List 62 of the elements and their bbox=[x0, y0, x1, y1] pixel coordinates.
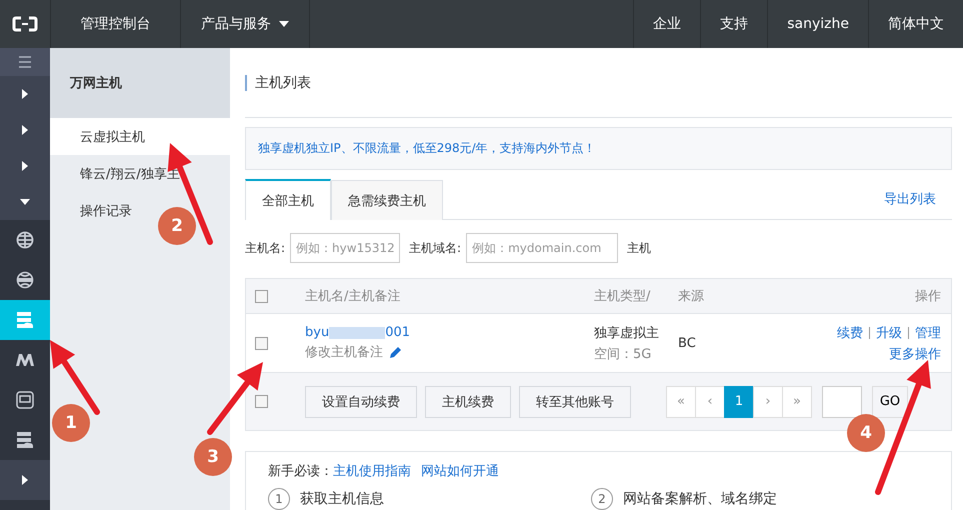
promo-text[interactable]: 独享虚机独立IP、不限流量，低至298元/年，支持海内外节点！ bbox=[258, 140, 596, 157]
action-link[interactable]: 管理 bbox=[915, 324, 941, 342]
step-number: 2 bbox=[591, 488, 613, 510]
caret-right-icon bbox=[22, 161, 28, 171]
bracket-logo-icon[interactable] bbox=[12, 16, 38, 32]
column-header: 来源 bbox=[678, 288, 704, 305]
column-header: 操作 bbox=[915, 288, 941, 305]
tab[interactable]: 急需续费主机 bbox=[331, 180, 443, 220]
export-list-link[interactable]: 导出列表 bbox=[884, 190, 936, 208]
guide-label: 新手必读： bbox=[268, 463, 333, 480]
top-menu-item[interactable]: 简体中文 bbox=[868, 0, 963, 48]
globe-icon bbox=[16, 231, 34, 249]
sidebar-title: 万网主机 bbox=[50, 48, 230, 118]
monitor-icon bbox=[16, 391, 34, 409]
bulk-action-button[interactable]: 设置自动续费 bbox=[305, 386, 417, 418]
page-title: 主机列表 bbox=[245, 74, 311, 90]
filter-input[interactable]: 例如：mydomain.com bbox=[466, 233, 618, 263]
menu-icon bbox=[18, 56, 32, 68]
page-input[interactable] bbox=[822, 386, 862, 418]
step-title: 获取主机信息 bbox=[300, 490, 384, 508]
bulk-action-button[interactable]: 主机续费 bbox=[425, 386, 511, 418]
guide-link[interactable]: 网站如何开通 bbox=[421, 462, 499, 480]
host-name-link[interactable]: 001 bbox=[385, 325, 410, 340]
caret-icon bbox=[279, 21, 289, 27]
top-menu-item[interactable]: 企业 bbox=[633, 0, 700, 48]
filter-label: 主机名: bbox=[245, 240, 286, 256]
step-title: 网站备案解析、域名绑定 bbox=[623, 490, 777, 508]
server-icon bbox=[16, 432, 34, 448]
redaction-mark bbox=[329, 326, 386, 338]
caret-right-icon bbox=[22, 475, 28, 485]
bulk-action-button[interactable]: 转至其他账号 bbox=[519, 386, 631, 418]
globe-band-icon bbox=[16, 271, 34, 289]
column-header: 主机名/主机备注 bbox=[305, 288, 402, 305]
zigzag-icon bbox=[15, 353, 35, 367]
top-menu-item[interactable]: 支持 bbox=[700, 0, 768, 48]
menu-button[interactable] bbox=[0, 48, 50, 76]
filter-label: 主机 bbox=[627, 240, 652, 256]
tab[interactable]: 全部主机 bbox=[245, 179, 331, 220]
go-button[interactable]: GO bbox=[872, 386, 908, 418]
sidebar-item[interactable]: 云虚拟主机 bbox=[50, 118, 230, 155]
step-number: 1 bbox=[268, 488, 290, 510]
more-actions-link[interactable]: 更多操作 bbox=[889, 344, 941, 362]
action-link[interactable]: 续费 bbox=[837, 324, 863, 342]
filter-label: 主机域名: bbox=[409, 240, 462, 256]
checkbox[interactable] bbox=[255, 290, 268, 302]
caret-down-icon bbox=[20, 199, 30, 205]
caret-right-icon bbox=[22, 125, 28, 135]
action-link[interactable]: 升级 bbox=[876, 324, 902, 342]
column-header: 主机类型/ bbox=[594, 288, 652, 305]
host-space: 空间：5G bbox=[594, 346, 652, 362]
top-menu-item[interactable]: sanyizhe bbox=[767, 0, 868, 48]
caret-right-icon bbox=[22, 89, 28, 99]
checkbox[interactable] bbox=[255, 395, 268, 408]
host-name-link[interactable]: byu bbox=[305, 325, 330, 340]
guide-link[interactable]: 主机使用指南 bbox=[333, 462, 411, 480]
filter-input[interactable]: 例如：hyw15312 bbox=[290, 233, 400, 263]
checkbox[interactable] bbox=[255, 336, 268, 350]
host-type: 独享虚拟主 bbox=[594, 324, 660, 342]
host-note: 修改主机备注 bbox=[305, 344, 383, 361]
server-icon bbox=[16, 312, 34, 328]
pencil-icon[interactable] bbox=[389, 346, 402, 358]
source-cell: BC bbox=[678, 336, 696, 350]
